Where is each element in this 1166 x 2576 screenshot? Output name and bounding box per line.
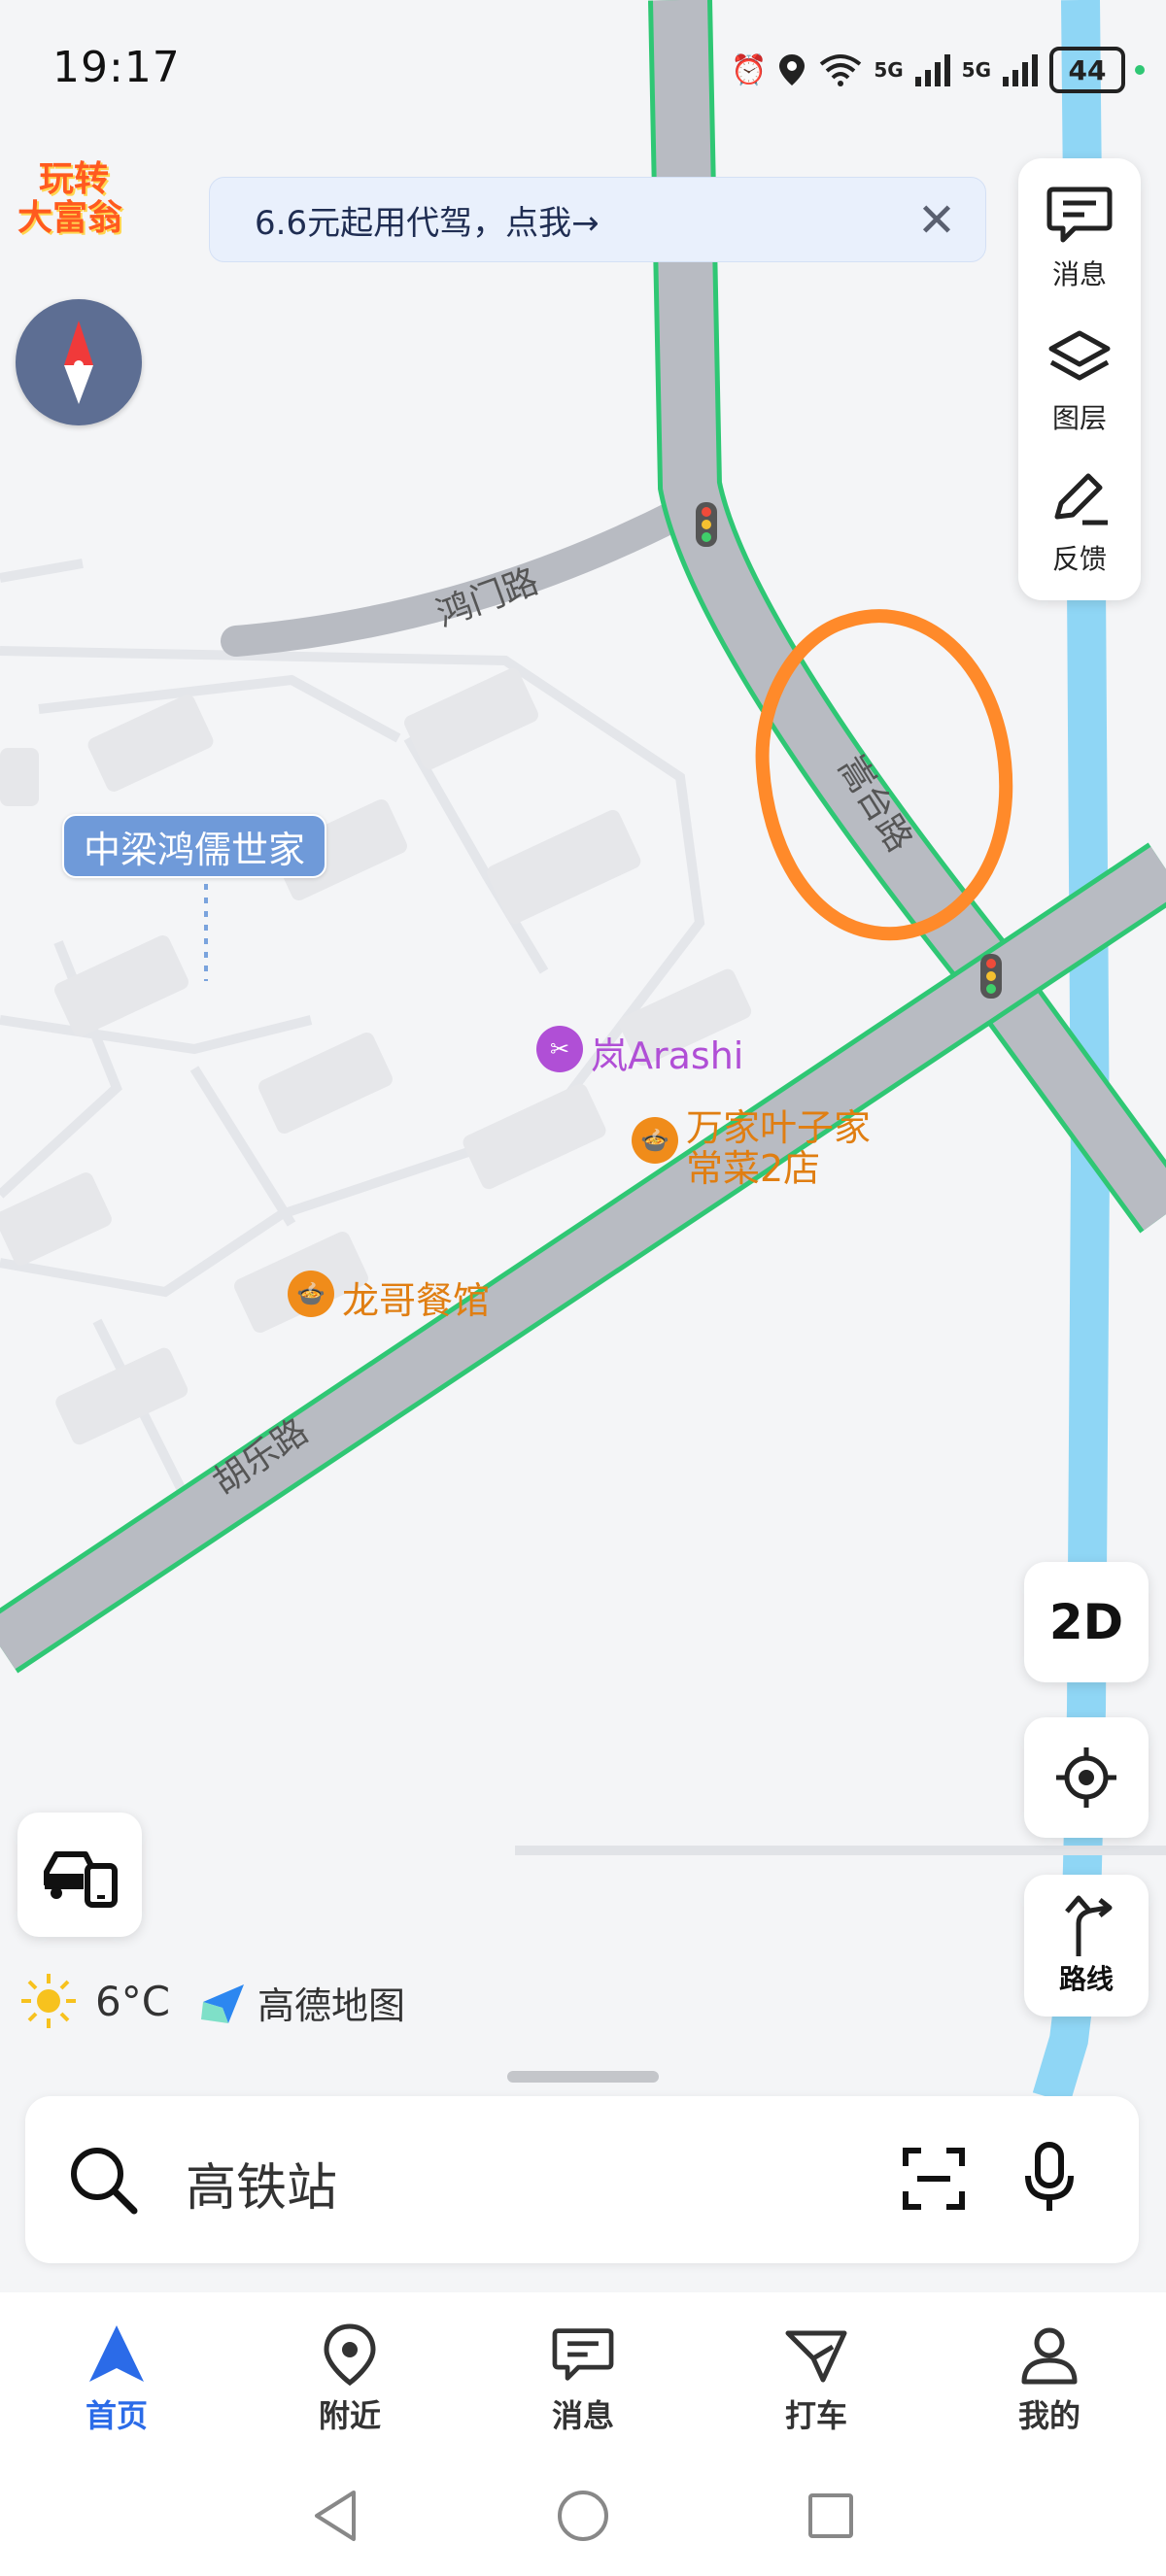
system-nav-bar xyxy=(0,2456,1166,2576)
location-pin-icon xyxy=(324,2323,376,2387)
recents-button[interactable] xyxy=(792,2479,870,2553)
alarm-icon: ⏰ xyxy=(730,52,768,87)
restaurant-icon: 🍲 xyxy=(288,1271,334,1317)
layers-button[interactable]: 图层 xyxy=(1018,314,1141,450)
compass-button[interactable] xyxy=(16,299,142,425)
network-type: 5G xyxy=(874,58,904,82)
tab-label: 打车 xyxy=(784,2397,847,2434)
signal-icon xyxy=(1003,54,1038,86)
tab-label: 消息 xyxy=(551,2397,614,2434)
poi-label-line1: 万家叶子家 xyxy=(686,1106,872,1149)
car-phone-button[interactable] xyxy=(17,1813,142,1937)
poi-wanjia[interactable]: 🍲 万家叶子家 常菜2店 xyxy=(632,1107,871,1189)
amap-logo-icon xyxy=(201,1983,244,2023)
tab-taxi[interactable]: 打车 xyxy=(743,2318,889,2444)
weather-widget[interactable]: 6°C xyxy=(19,1972,170,2030)
poi-label-line2: 常菜2店 xyxy=(686,1147,821,1190)
close-icon[interactable]: ✕ xyxy=(909,193,964,248)
status-dot xyxy=(1135,65,1145,75)
poi-label: 岚Arashi xyxy=(591,1034,744,1077)
navigation-arrow-icon xyxy=(89,2325,144,2382)
back-icon xyxy=(315,2491,356,2541)
temperature: 6°C xyxy=(95,1977,171,2025)
feedback-label: 反馈 xyxy=(1051,543,1107,575)
tab-label: 我的 xyxy=(1017,2397,1080,2434)
search-icon xyxy=(71,2148,138,2215)
scan-icon[interactable] xyxy=(900,2145,968,2213)
traffic-light-icon xyxy=(980,954,1002,999)
amap-brand-name: 高德地图 xyxy=(257,1984,406,2027)
battery-indicator: 44 xyxy=(1049,47,1125,93)
tab-label: 附近 xyxy=(318,2397,381,2434)
search-bar[interactable]: 高铁站 xyxy=(25,2096,1139,2263)
promo-logo-line1: 玩转 xyxy=(39,159,110,199)
network-type: 5G xyxy=(961,58,991,82)
route-label: 路线 xyxy=(1058,1963,1114,1995)
poi-longge[interactable]: 🍲 龙哥餐馆 xyxy=(288,1271,490,1324)
sheet-handle[interactable] xyxy=(507,2071,659,2083)
salon-icon: ✂ xyxy=(536,1026,583,1072)
home-circle-icon xyxy=(558,2491,608,2541)
promo-logo[interactable]: 玩转 大富翁 xyxy=(17,160,144,248)
wifi-icon xyxy=(820,54,862,86)
amap-brand: 高德地图 xyxy=(199,1976,405,2029)
sun-icon xyxy=(21,1974,76,2028)
map-tools-panel: 消息 图层 反馈 xyxy=(1018,158,1141,600)
signal-icon xyxy=(914,54,950,86)
poi-label: 龙哥餐馆 xyxy=(342,1279,491,1322)
view-mode-button[interactable]: 2D xyxy=(1024,1562,1149,1682)
status-time: 19:17 xyxy=(52,43,181,92)
layers-icon xyxy=(1048,330,1111,381)
home-button[interactable] xyxy=(544,2479,622,2553)
recents-square-icon xyxy=(808,2493,853,2538)
locate-button[interactable] xyxy=(1024,1717,1149,1838)
promo-logo-line2: 大富翁 xyxy=(17,198,123,238)
message-icon xyxy=(552,2328,614,2381)
pencil-icon xyxy=(1054,473,1108,525)
poi-arashi[interactable]: ✂ 岚Arashi xyxy=(536,1026,743,1079)
status-icons: ⏰ 5G 5G 44 xyxy=(731,47,1145,93)
search-input[interactable]: 高铁站 xyxy=(186,2147,337,2220)
messages-button[interactable]: 消息 xyxy=(1018,170,1141,306)
layers-label: 图层 xyxy=(1051,402,1107,434)
promo-banner[interactable]: 6.6元起用代驾，点我→ ✕ xyxy=(209,177,986,262)
microphone-icon[interactable] xyxy=(1020,2141,1079,2215)
back-button[interactable] xyxy=(296,2479,374,2553)
restaurant-icon: 🍲 xyxy=(632,1117,678,1164)
location-icon xyxy=(779,54,806,85)
compass-icon xyxy=(64,321,93,404)
community-label[interactable]: 中梁鸿儒世家 xyxy=(62,814,327,878)
traffic-light-icon xyxy=(696,502,717,547)
feedback-button[interactable]: 反馈 xyxy=(1018,455,1141,591)
user-icon xyxy=(1021,2327,1078,2385)
tab-messages[interactable]: 消息 xyxy=(510,2318,656,2444)
banner-text: 6.6元起用代驾，点我→ xyxy=(255,203,600,243)
messages-label: 消息 xyxy=(1051,258,1107,290)
locate-icon xyxy=(1056,1747,1116,1808)
bottom-tab-bar: 首页 附近 消息 打车 我的 xyxy=(0,2292,1166,2456)
car-phone-icon xyxy=(44,1851,118,1908)
message-icon xyxy=(1046,186,1113,243)
tab-nearby[interactable]: 附近 xyxy=(277,2318,423,2444)
tab-home[interactable]: 首页 xyxy=(44,2318,189,2444)
route-icon xyxy=(1065,1895,1113,1956)
route-button[interactable]: 路线 xyxy=(1024,1875,1149,2017)
tab-label: 首页 xyxy=(85,2397,148,2434)
poi-label: 万家叶子家 常菜2店 xyxy=(686,1107,871,1189)
tab-profile[interactable]: 我的 xyxy=(977,2318,1122,2444)
taxi-icon xyxy=(785,2330,847,2383)
